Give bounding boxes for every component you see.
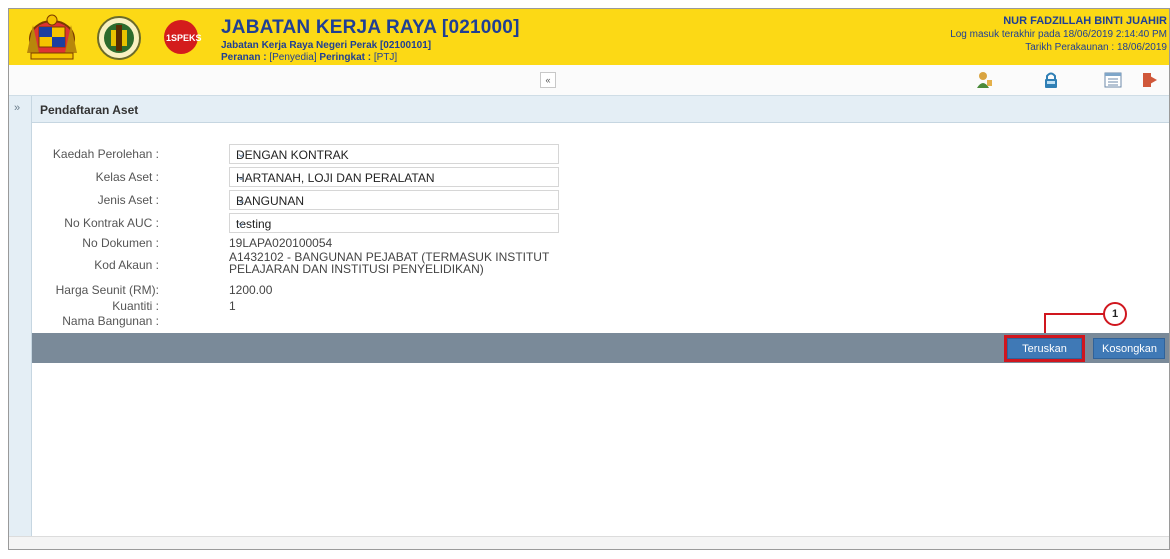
role-value: [Penyedia]	[269, 52, 317, 63]
expand-sidebar-icon[interactable]: »	[14, 102, 20, 114]
chevron-down-icon: ⌄	[236, 169, 247, 183]
kelas-label: Kelas Aset :	[95, 170, 159, 184]
kontrak-select[interactable]: testing ⌄	[229, 213, 559, 233]
app-frame: 1SPEKS JABATAN KERJA RAYA [021000] Jabat…	[8, 8, 1170, 550]
app-header: 1SPEKS JABATAN KERJA RAYA [021000] Jabat…	[9, 9, 1169, 65]
collapse-header-button[interactable]: «	[540, 72, 556, 88]
chevron-down-icon: ⌄	[236, 192, 247, 206]
callout-line	[1044, 313, 1104, 315]
kelas-select[interactable]: HARTANAH, LOJI DAN PERALATAN ⌄	[229, 167, 559, 187]
state-emblem-icon	[97, 16, 141, 60]
dokumen-label: No Dokumen :	[82, 236, 159, 250]
speks-logo-text: 1SPEKS	[166, 33, 202, 43]
lock-icon[interactable]	[1042, 71, 1060, 89]
level-value: [PTJ]	[373, 52, 398, 63]
department-subtitle: Jabatan Kerja Raya Negeri Perak [0210010…	[221, 40, 432, 51]
toolbar: «	[9, 65, 1169, 96]
malaysia-crest-icon	[27, 14, 77, 60]
logout-icon[interactable]	[1141, 71, 1159, 89]
user-info: NUR FADZILLAH BINTI JUAHIR Log masuk ter…	[950, 15, 1167, 54]
user-name: NUR FADZILLAH BINTI JUAHIR	[1003, 15, 1167, 27]
kontrak-label: No Kontrak AUC :	[64, 216, 159, 230]
content-area	[32, 364, 1169, 536]
role-line: Peranan : [Penyedia] Peringkat : [PTJ]	[221, 52, 397, 63]
level-label: Peringkat :	[319, 52, 372, 63]
action-bar: Teruskan Kosongkan	[32, 333, 1169, 363]
user-icon[interactable]	[975, 71, 993, 89]
page-title: JABATAN KERJA RAYA [021000]	[221, 17, 520, 38]
kosongkan-button[interactable]: Kosongkan	[1093, 338, 1165, 359]
kaedah-select[interactable]: DENGAN KONTRAK ⌄	[229, 144, 559, 164]
harga-value: 1200.00	[229, 283, 273, 297]
kuantiti-value: 1	[229, 299, 236, 313]
jenis-select[interactable]: BANGUNAN ⌄	[229, 190, 559, 210]
nama-bangunan-label: Nama Bangunan :	[62, 314, 159, 328]
list-icon[interactable]	[1104, 71, 1122, 89]
harga-label: Harga Seunit (RM):	[55, 283, 159, 297]
side-panel-strip: »	[9, 96, 32, 536]
panel-title: Pendaftaran Aset	[40, 103, 139, 117]
chevron-down-icon: ⌄	[236, 215, 247, 229]
step-callout-badge: 1	[1103, 302, 1127, 326]
accounting-date: Tarikh Perakaunan : 18/06/2019	[1025, 42, 1167, 53]
akaun-value-line2: PELAJARAN DAN INSTITUSI PENYELIDIKAN)	[229, 262, 484, 276]
dokumen-value: 19LAPA020100054	[229, 236, 333, 250]
asset-registration-form: Kaedah Perolehan : DENGAN KONTRAK ⌄ Kela…	[32, 123, 1169, 341]
jenis-label: Jenis Aset :	[97, 193, 159, 207]
kaedah-label: Kaedah Perolehan :	[52, 147, 159, 161]
last-login: Log masuk terakhir pada 18/06/2019 2:14:…	[950, 29, 1167, 40]
kuantiti-label: Kuantiti :	[112, 299, 159, 313]
panel-header: Pendaftaran Aset	[32, 96, 1169, 123]
chevron-down-icon: ⌄	[236, 146, 247, 160]
akaun-label: Kod Akaun :	[94, 258, 159, 272]
footer-bar	[9, 536, 1169, 549]
teruskan-button[interactable]: Teruskan	[1004, 335, 1085, 362]
role-label: Peranan :	[221, 52, 267, 63]
